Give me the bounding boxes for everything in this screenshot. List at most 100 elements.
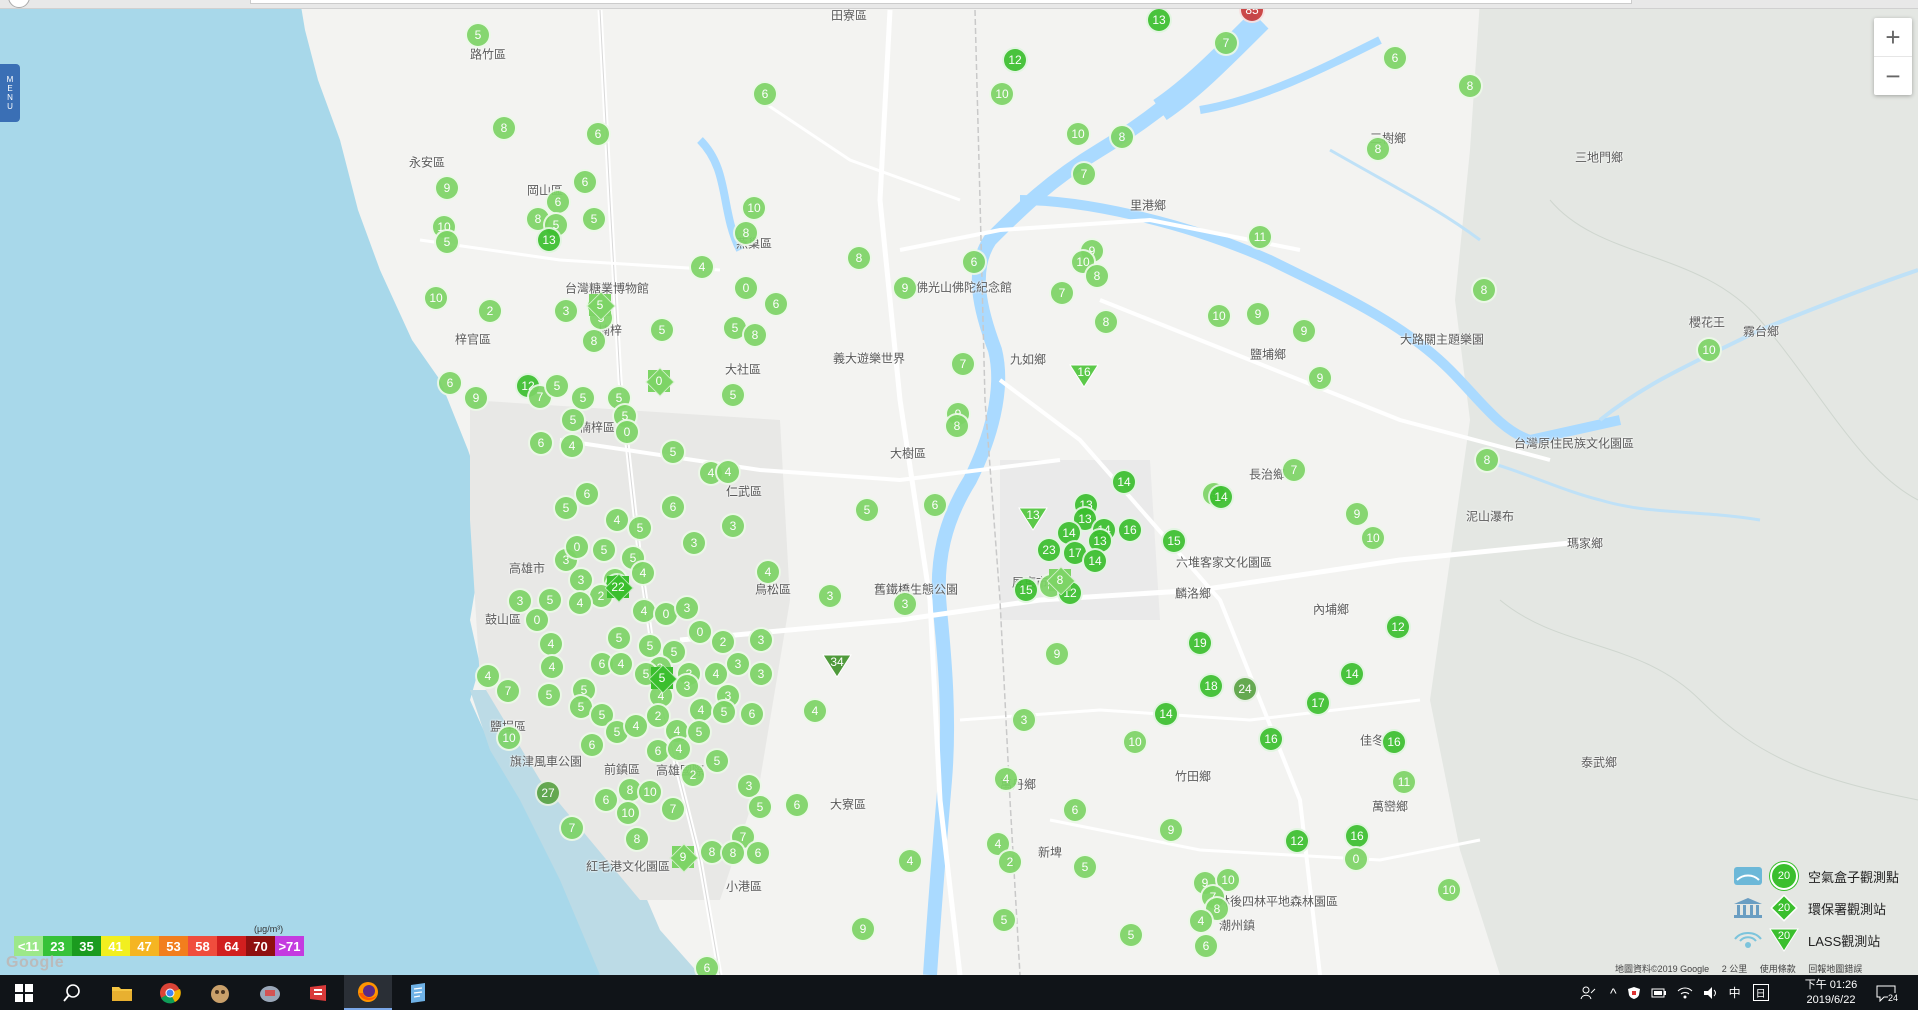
airbox-marker[interactable]: 5	[991, 907, 1017, 933]
airbox-marker[interactable]: 4	[630, 560, 656, 586]
airbox-marker[interactable]: 18	[1198, 673, 1224, 699]
battery-icon[interactable]	[1651, 987, 1667, 999]
airbox-marker[interactable]: 3	[553, 298, 579, 324]
airbox-marker[interactable]: 5	[591, 537, 617, 563]
airbox-marker[interactable]: 11	[1391, 769, 1417, 795]
airbox-marker[interactable]: 9	[434, 175, 460, 201]
chrome-icon[interactable]	[146, 975, 194, 1010]
airbox-marker[interactable]: 8	[720, 840, 746, 866]
airbox-marker[interactable]: 16	[1381, 729, 1407, 755]
airbox-marker[interactable]: 17	[1305, 690, 1331, 716]
airbox-marker[interactable]: 3	[1011, 707, 1037, 733]
airbox-marker[interactable]: 24	[1232, 676, 1258, 702]
airbox-marker[interactable]: 5	[649, 317, 675, 343]
epa-station-marker[interactable]: 22	[607, 576, 629, 598]
map-canvas[interactable]: 路竹區 田寮區 永安區 岡山區 燕巢區 里港鄉 三樹鄉 三地門鄉 台灣糖業博物館 佛光山佛陀紀念館…	[0, 0, 1918, 975]
airbox-marker[interactable]: 6	[752, 81, 778, 107]
wifi-icon[interactable]	[1677, 986, 1693, 1000]
airbox-marker[interactable]: 8	[944, 413, 970, 439]
airbox-marker[interactable]: 14	[1082, 548, 1108, 574]
airbox-marker[interactable]: 5	[581, 206, 607, 232]
lass-station-marker[interactable]: 16	[1068, 363, 1100, 389]
airbox-marker[interactable]: 4	[604, 507, 630, 533]
airbox-marker[interactable]: 7	[1281, 457, 1307, 483]
airbox-marker[interactable]: 13	[1146, 7, 1172, 33]
airbox-marker[interactable]: 0	[1343, 846, 1369, 872]
airbox-marker[interactable]: 8	[491, 115, 517, 141]
airbox-marker[interactable]: 0	[733, 275, 759, 301]
airbox-marker[interactable]: 3	[720, 513, 746, 539]
epa-station-marker[interactable]: 5	[651, 667, 673, 689]
epa-station-marker[interactable]: 5	[589, 294, 611, 316]
airbox-marker[interactable]: 13	[536, 227, 562, 253]
airbox-marker[interactable]: 6	[585, 121, 611, 147]
airbox-marker[interactable]: 6	[784, 792, 810, 818]
airbox-marker[interactable]: 23	[1036, 537, 1062, 563]
airbox-marker[interactable]: 0	[614, 419, 640, 445]
airbox-marker[interactable]: 10	[423, 285, 449, 311]
airbox-marker[interactable]: 4	[715, 459, 741, 485]
airbox-marker[interactable]: 9	[1158, 817, 1184, 843]
airbox-marker[interactable]: 16	[1258, 726, 1284, 752]
airbox-marker[interactable]: 6	[572, 169, 598, 195]
airbox-marker[interactable]: 9	[1344, 501, 1370, 527]
clock[interactable]: 下午 01:26 2019/6/22	[1796, 978, 1866, 1008]
airbox-marker[interactable]: 6	[437, 370, 463, 396]
airbox-marker[interactable]: 5	[627, 515, 653, 541]
location-icon[interactable]	[8, 0, 30, 8]
airbox-marker[interactable]: 9	[1044, 641, 1070, 667]
airbox-marker[interactable]: 10	[1436, 877, 1462, 903]
airbox-marker[interactable]: 3	[681, 530, 707, 556]
airbox-marker[interactable]: 3	[748, 661, 774, 687]
report-error-link[interactable]: 回報地圖錯誤	[1808, 964, 1862, 974]
airbox-marker[interactable]: 10	[1360, 525, 1386, 551]
app-icon-3[interactable]	[294, 975, 342, 1010]
airbox-marker[interactable]: 6	[961, 249, 987, 275]
search-icon[interactable]	[48, 975, 96, 1010]
airbox-marker[interactable]: 10	[1065, 121, 1091, 147]
airbox-marker[interactable]: 8	[1093, 309, 1119, 335]
airbox-marker[interactable]: 3	[674, 673, 700, 699]
airbox-marker[interactable]: 5	[536, 682, 562, 708]
airbox-marker[interactable]: 5	[560, 407, 586, 433]
airbox-marker[interactable]: 6	[694, 955, 720, 975]
zoom-out-button[interactable]: −	[1874, 56, 1912, 95]
firefox-icon[interactable]	[344, 975, 392, 1010]
lass-station-marker[interactable]: 34	[821, 653, 853, 679]
airbox-marker[interactable]: 5	[1118, 922, 1144, 948]
airbox-marker[interactable]: 9	[892, 275, 918, 301]
app-icon[interactable]	[196, 975, 244, 1010]
airbox-marker[interactable]: 4	[666, 736, 692, 762]
airbox-marker[interactable]: 12	[1385, 614, 1411, 640]
airbox-marker[interactable]: 4	[897, 848, 923, 874]
airbox-marker[interactable]: 6	[1193, 933, 1219, 959]
airbox-marker[interactable]: 4	[623, 713, 649, 739]
airbox-marker[interactable]: 4	[993, 766, 1019, 792]
zoom-in-button[interactable]: +	[1874, 18, 1912, 56]
airbox-marker[interactable]: 2	[997, 849, 1023, 875]
notepad-icon[interactable]	[394, 975, 442, 1010]
airbox-marker[interactable]: 9	[1307, 365, 1333, 391]
airbox-marker[interactable]: 8	[846, 245, 872, 271]
airbox-marker[interactable]: 5	[465, 22, 491, 48]
airbox-marker[interactable]: 5	[704, 748, 730, 774]
people-icon[interactable]	[1580, 985, 1596, 1001]
airbox-marker[interactable]: 14	[1111, 469, 1137, 495]
airbox-marker[interactable]: 8	[1471, 277, 1497, 303]
airbox-marker[interactable]: 10	[496, 725, 522, 751]
airbox-marker[interactable]: 5	[711, 699, 737, 725]
airbox-marker[interactable]: 6	[739, 701, 765, 727]
epa-station-marker[interactable]: 9	[672, 846, 694, 868]
file-explorer-icon[interactable]	[98, 975, 146, 1010]
app-icon-2[interactable]	[246, 975, 294, 1010]
airbox-marker[interactable]: 0	[524, 607, 550, 633]
airbox-marker[interactable]: 3	[892, 591, 918, 617]
airbox-marker[interactable]: 5	[553, 495, 579, 521]
airbox-marker[interactable]: 10	[741, 195, 767, 221]
airbox-marker[interactable]: 5	[720, 382, 746, 408]
airbox-marker[interactable]: 16	[1117, 517, 1143, 543]
airbox-marker[interactable]: 3	[748, 627, 774, 653]
airbox-marker[interactable]: 10	[1696, 337, 1722, 363]
airbox-marker[interactable]: 7	[660, 796, 686, 822]
airbox-marker[interactable]: 10	[1206, 303, 1232, 329]
